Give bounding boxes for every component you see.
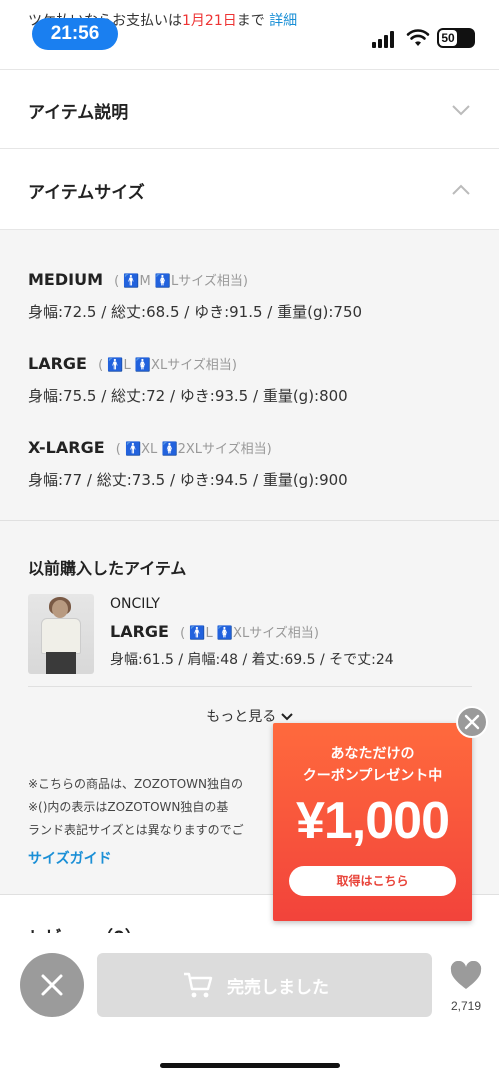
banner-suffix: まで: [236, 13, 265, 29]
wifi-icon: [406, 29, 430, 46]
size-equivalent: ( 🚹M 🚺Lサイズ相当): [114, 274, 248, 289]
coupon-amount: ¥1,000: [295, 792, 450, 850]
home-indicator: [160, 1063, 340, 1068]
banner-detail-link[interactable]: 詳細: [269, 13, 297, 29]
women-size: XLサイズ相当: [233, 626, 314, 641]
accordion-title: アイテムサイズ: [28, 183, 145, 203]
previous-dimensions: 身幅:61.5 / 肩幅:48 / 着丈:69.5 / そで丈:24: [110, 652, 394, 668]
accordion-title: アイテム説明: [28, 103, 129, 123]
cart-icon: [184, 972, 213, 998]
battery-icon: 50: [437, 28, 475, 48]
size-equivalent: ( 🚹L 🚺XLサイズ相当): [180, 626, 319, 641]
size-dimensions: 身幅:75.5 / 総丈:72 / ゆき:93.5 / 重量(g):800: [28, 387, 348, 405]
coupon-line1: あなただけの: [330, 746, 415, 762]
size-equivalent: ( 🚹XL 🚺2XLサイズ相当): [115, 442, 272, 457]
women-size: XLサイズ相当: [151, 358, 232, 373]
favorite-button[interactable]: 2,719: [446, 960, 486, 1021]
sold-out-label: 完売しました: [227, 978, 329, 998]
size-guide-link[interactable]: サイズガイド: [28, 848, 112, 868]
women-size: Lサイズ相当: [171, 274, 243, 289]
previous-purchase-title: 以前購入したアイテム: [28, 559, 187, 578]
sold-out-button[interactable]: 完売しました: [97, 953, 432, 1017]
banner-date: 1月21日: [182, 13, 237, 29]
size-name: X-LARGE: [28, 438, 105, 457]
divider: [0, 520, 499, 521]
previous-size-line: LARGE ( 🚹L 🚺XLサイズ相当): [110, 622, 319, 641]
brand-name: ONCILY: [110, 596, 160, 612]
product-thumbnail[interactable]: [28, 594, 94, 674]
divider: [28, 686, 472, 687]
get-coupon-button[interactable]: 取得はこちら: [289, 866, 456, 896]
size-name: LARGE: [110, 622, 169, 641]
coupon-close-button[interactable]: [456, 706, 488, 738]
clock-time: 21:56: [32, 18, 118, 50]
cellular-signal-icon: [372, 30, 398, 48]
man-icon: 🚹: [123, 274, 140, 289]
man-icon: 🚹: [124, 442, 142, 457]
size-entry-medium: MEDIUM ( 🚹M 🚺Lサイズ相当) 身幅:72.5 / 総丈:68.5 /…: [28, 270, 362, 322]
size-entry-xlarge: X-LARGE ( 🚹XL 🚺2XLサイズ相当) 身幅:77 / 総丈:73.5…: [28, 438, 348, 490]
chevron-down-icon: [281, 713, 293, 721]
size-dimensions: 身幅:77 / 総丈:73.5 / ゆき:94.5 / 重量(g):900: [28, 471, 348, 489]
size-entry-large: LARGE ( 🚹L 🚺XLサイズ相当) 身幅:75.5 / 総丈:72 / ゆ…: [28, 354, 348, 406]
man-icon: 🚹: [189, 626, 206, 641]
size-name: MEDIUM: [28, 270, 103, 289]
accordion-item-size[interactable]: アイテムサイズ: [0, 150, 499, 230]
chevron-up-icon: [452, 184, 470, 195]
men-size: L: [205, 626, 213, 641]
men-size: L: [123, 358, 131, 373]
close-button[interactable]: [20, 953, 84, 1017]
men-size: M: [139, 274, 151, 289]
woman-icon: 🚺: [216, 626, 234, 641]
chevron-down-icon: [452, 105, 470, 116]
woman-icon: 🚺: [134, 358, 152, 373]
close-icon: [41, 974, 63, 996]
show-more-label: もっと見る: [206, 709, 277, 725]
size-name: LARGE: [28, 354, 87, 373]
accordion-item-description[interactable]: アイテム説明: [0, 69, 499, 149]
favorite-count: 2,719: [450, 999, 482, 1013]
previous-purchase-item[interactable]: ONCILY LARGE ( 🚹L 🚺XLサイズ相当) 身幅:61.5 / 肩幅…: [28, 594, 472, 674]
bottom-action-bar: 完売しました 2,719: [0, 933, 499, 1080]
woman-icon: 🚺: [154, 274, 172, 289]
size-dimensions: 身幅:72.5 / 総丈:68.5 / ゆき:91.5 / 重量(g):750: [28, 303, 363, 321]
coupon-line2: クーポンプレゼント中: [302, 768, 443, 784]
size-equivalent: ( 🚹L 🚺XLサイズ相当): [98, 358, 237, 373]
men-size: XL: [141, 442, 158, 457]
heart-icon: [450, 960, 482, 989]
status-bar: ツケ払いならお支払いは1月21日まで 詳細 21:56 50: [0, 0, 499, 68]
close-icon: [464, 714, 480, 730]
woman-icon: 🚺: [161, 442, 178, 457]
man-icon: 🚹: [107, 358, 124, 373]
women-size: 2XLサイズ相当: [177, 442, 267, 457]
battery-level: 50: [439, 30, 457, 46]
coupon-popup[interactable]: あなただけの クーポンプレゼント中 ¥1,000 取得はこちら: [273, 723, 472, 921]
